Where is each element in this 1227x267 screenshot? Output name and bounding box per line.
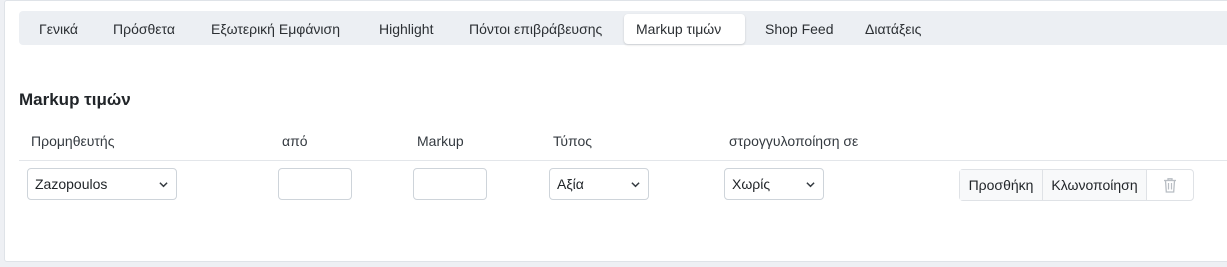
tab-reward-points[interactable]: Πόντοι επιβράβευσης: [457, 14, 614, 44]
rounding-select-value: Χωρίς: [732, 176, 771, 192]
supplier-select[interactable]: Zazopoulos: [27, 168, 177, 200]
header-supplier: Προμηθευτής: [31, 133, 115, 149]
settings-panel: Γενικά Πρόσθετα Εξωτερική Εμφάνιση Highl…: [4, 0, 1227, 262]
tab-bar: Γενικά Πρόσθετα Εξωτερική Εμφάνιση Highl…: [19, 11, 1227, 45]
add-button[interactable]: Προσθήκη: [960, 170, 1043, 200]
tab-addons[interactable]: Πρόσθετα: [101, 14, 187, 44]
tab-price-markup[interactable]: Markup τιμών: [624, 14, 745, 44]
delete-button[interactable]: [1147, 170, 1193, 200]
section-title: Markup τιμών: [19, 90, 131, 109]
header-from: από: [282, 133, 308, 149]
row-actions: Προσθήκη Κλωνοποίηση: [959, 169, 1194, 201]
chevron-down-icon: [159, 182, 168, 188]
supplier-select-value: Zazopoulos: [35, 176, 108, 192]
tab-highlight[interactable]: Highlight: [367, 14, 445, 44]
tab-general[interactable]: Γενικά: [27, 14, 90, 44]
clone-button[interactable]: Κλωνοποίηση: [1043, 170, 1147, 200]
type-select-value: Αξία: [557, 176, 584, 192]
rounding-select[interactable]: Χωρίς: [724, 168, 824, 200]
header-type: Τύπος: [553, 133, 592, 149]
header-rounding: στρογγυλοποίηση σε: [729, 133, 859, 149]
tab-shop-feed[interactable]: Shop Feed: [753, 14, 846, 44]
header-markup: Markup: [417, 133, 464, 149]
tab-layouts[interactable]: Διατάξεις: [853, 14, 933, 44]
chevron-down-icon: [631, 182, 640, 188]
from-input[interactable]: [278, 168, 352, 200]
tab-appearance[interactable]: Εξωτερική Εμφάνιση: [199, 14, 352, 44]
type-select[interactable]: Αξία: [549, 168, 649, 200]
trash-icon: [1164, 178, 1176, 193]
table-divider: [19, 160, 1227, 161]
markup-input[interactable]: [413, 168, 487, 200]
chevron-down-icon: [806, 182, 815, 188]
